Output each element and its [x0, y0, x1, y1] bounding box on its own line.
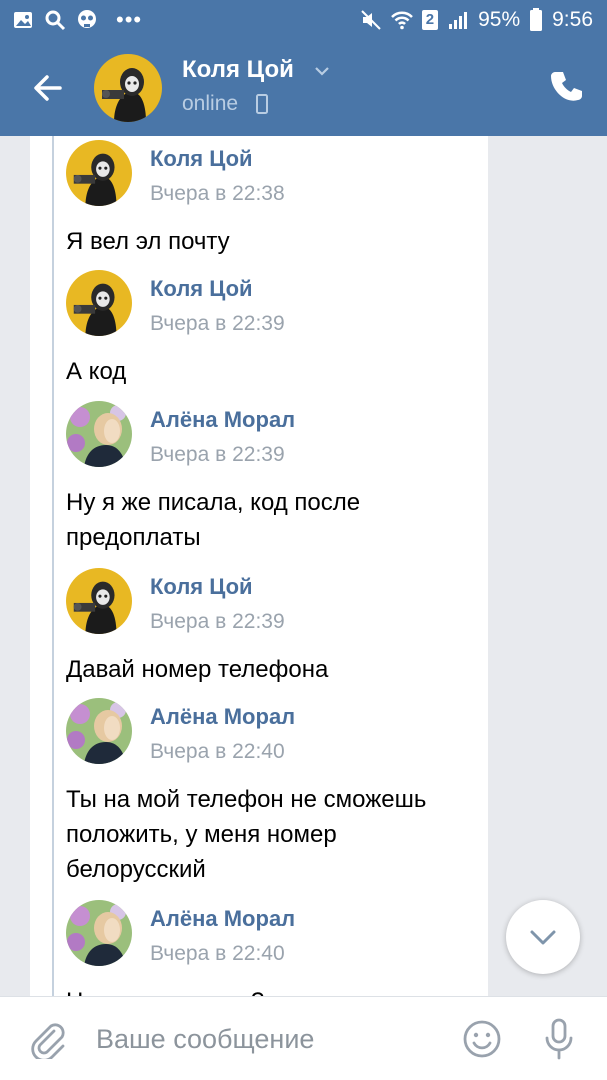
contact-name[interactable]: Коля Цой	[182, 56, 294, 84]
status-bar: ••• 2 95% 9:56	[0, 0, 607, 40]
avatar[interactable]	[66, 270, 132, 336]
wifi-icon	[390, 11, 413, 30]
message-time: Вчера в 22:39	[150, 610, 285, 633]
mobile-device-icon	[256, 94, 268, 114]
avatar[interactable]	[66, 401, 132, 467]
message-text: Ты на мой телефон не сможешь положить, у…	[66, 786, 427, 883]
notification-badge: 2	[421, 10, 439, 30]
author-name[interactable]: Алёна Морал	[150, 704, 295, 730]
message-time: Вчера в 22:39	[150, 443, 285, 466]
message-item: Алёна Морал Вчера в 22:39 Ну я же писала…	[66, 401, 476, 566]
message-item: Коля Цой Вчера в 22:39 Давай номер телеф…	[66, 568, 476, 698]
search-icon	[45, 10, 66, 31]
message-item: Коля Цой Вчера в 22:39 А код	[66, 270, 476, 400]
message-composer	[0, 996, 607, 1080]
message-time: Вчера в 22:40	[150, 740, 285, 763]
avatar[interactable]	[66, 900, 132, 966]
scroll-down-icon	[530, 930, 556, 945]
mic-icon[interactable]	[540, 1017, 578, 1061]
avatar[interactable]	[94, 54, 162, 122]
author-name[interactable]: Алёна Морал	[150, 906, 295, 932]
message-item: Коля Цой Вчера в 22:38 Я вел эл почту	[66, 140, 476, 270]
author-name[interactable]: Алёна Морал	[150, 407, 295, 433]
message-text: Давай номер телефона	[66, 656, 329, 683]
message-input[interactable]	[96, 1021, 426, 1057]
signal-icon	[449, 12, 468, 29]
attach-icon[interactable]	[28, 1019, 66, 1059]
message-time: Вчера в 22:38	[150, 182, 285, 205]
gallery-icon	[14, 12, 32, 28]
author-name[interactable]: Коля Цой	[150, 574, 253, 600]
battery-percent: 95%	[478, 8, 521, 31]
skull-icon	[78, 10, 96, 28]
battery-icon	[530, 8, 543, 31]
message-time: Вчера в 22:40	[150, 942, 285, 965]
scroll-down-button[interactable]	[506, 900, 580, 974]
message-text: Я вел эл почту	[66, 228, 230, 255]
smile-icon[interactable]	[462, 1019, 502, 1059]
phone-icon[interactable]	[548, 68, 586, 106]
contact-status: online	[182, 92, 239, 115]
author-name[interactable]: Коля Цой	[150, 146, 253, 172]
message-text: На киви можешь?	[66, 984, 466, 996]
message-list[interactable]: Коля Цой Вчера в 22:38 Я вел эл почту Ко…	[0, 136, 607, 996]
author-name[interactable]: Коля Цой	[150, 276, 253, 302]
mute-icon	[361, 10, 381, 30]
avatar[interactable]	[66, 568, 132, 634]
chat-header: Коля Цой online	[0, 40, 607, 136]
more-icon: •••	[116, 7, 143, 32]
back-arrow-icon[interactable]	[28, 68, 68, 108]
avatar[interactable]	[66, 698, 132, 764]
avatar[interactable]	[66, 140, 132, 206]
forward-indicator-line	[52, 136, 54, 996]
message-text: Ну я же писала, код после предоплаты	[66, 489, 361, 551]
message-item: Алёна Морал Вчера в 22:40 На киви можешь…	[66, 900, 476, 996]
message-text: А код	[66, 358, 127, 385]
message-item: Алёна Морал Вчера в 22:40 Ты на мой теле…	[66, 698, 476, 898]
message-time: Вчера в 22:39	[150, 312, 285, 335]
chevron-down-icon[interactable]	[313, 62, 331, 80]
clock: 9:56	[552, 8, 593, 31]
